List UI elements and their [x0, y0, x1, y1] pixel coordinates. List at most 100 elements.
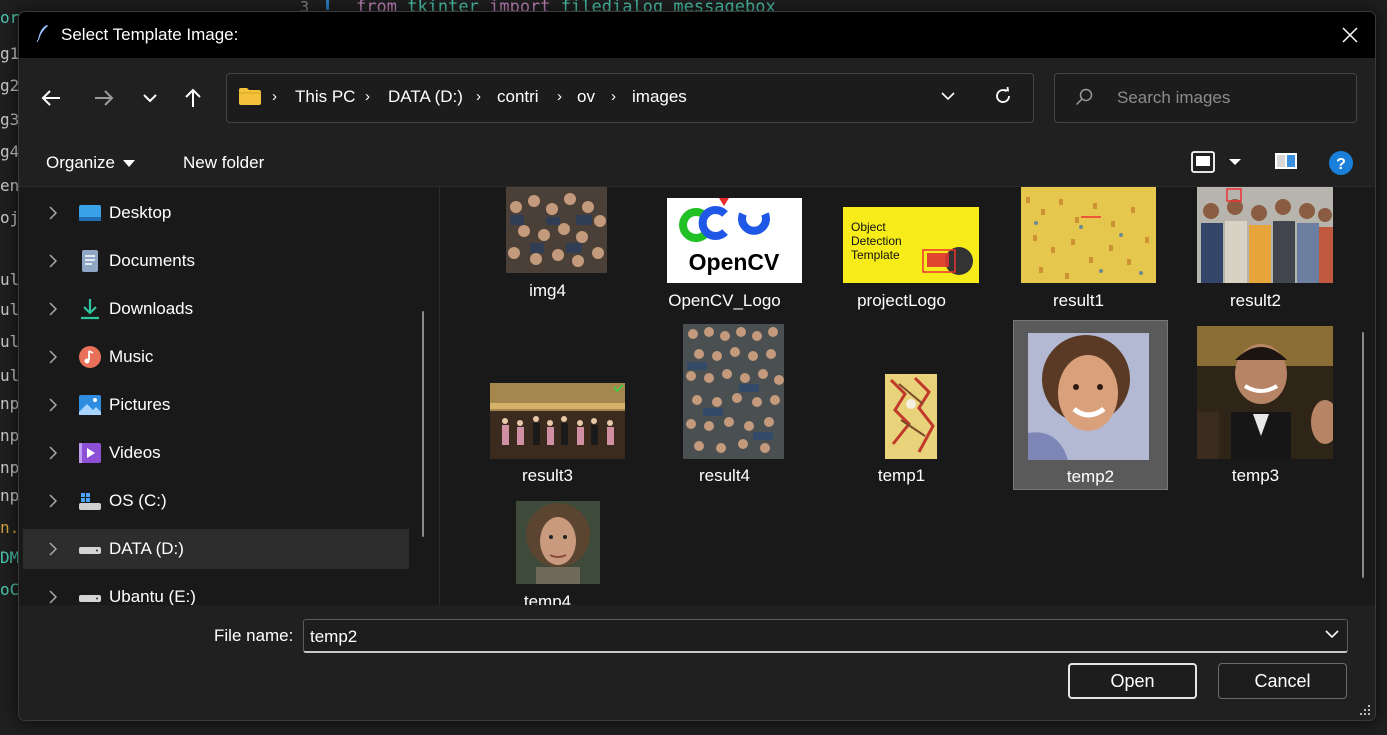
file-name: img4: [529, 281, 566, 300]
file-item-temp4[interactable]: temp4: [470, 497, 625, 605]
sidebar-item-downloads[interactable]: Downloads: [23, 289, 409, 329]
change-view-button[interactable]: [1191, 150, 1245, 179]
navigation-bar: › This PC › DATA (D:) › contri › ov › im…: [19, 58, 1375, 140]
sidebar-item-os-c[interactable]: OS (C:): [23, 481, 409, 521]
refresh-button[interactable]: [993, 86, 1013, 111]
file-item-img4[interactable]: img4: [470, 187, 625, 317]
file-name: temp3: [1231, 466, 1280, 485]
background-fragment-text: or: [0, 8, 20, 27]
chevron-right-icon: [49, 350, 57, 364]
help-icon: ?: [1329, 151, 1353, 175]
svg-text:Template: Template: [851, 248, 900, 262]
file-item-result2[interactable]: result2: [1178, 187, 1333, 317]
close-icon: [1342, 27, 1358, 43]
breadcrumb-contri[interactable]: contri: [497, 87, 539, 107]
file-item-result3[interactable]: result3: [470, 322, 625, 492]
recent-locations-button[interactable]: [135, 83, 165, 113]
background-fragment-text: ult: [0, 332, 20, 351]
open-button[interactable]: Open: [1068, 663, 1197, 699]
chevron-right-icon: [49, 542, 57, 556]
file-list: img4 OpenCV OpenCV_Logo Object Detection…: [440, 187, 1375, 605]
sidebar-item-desktop[interactable]: Desktop: [23, 193, 409, 233]
sidebar-item-pictures[interactable]: Pictures: [23, 385, 409, 425]
breadcrumb-data-d[interactable]: DATA (D:): [388, 87, 463, 107]
drive-icon: [79, 595, 101, 602]
command-bar: Organize New folder ?: [19, 140, 1375, 187]
file-item-temp2[interactable]: temp2: [1013, 320, 1168, 490]
opencv-logo-text: OpenCV: [689, 249, 780, 275]
file-item-result1[interactable]: result1: [1001, 187, 1156, 317]
caret-down-icon: [122, 160, 135, 168]
address-bar[interactable]: › This PC › DATA (D:) › contri › ov › im…: [226, 73, 1034, 123]
up-button[interactable]: [178, 83, 208, 113]
desktop-icon: [79, 205, 101, 221]
preview-pane-button[interactable]: [1274, 150, 1298, 177]
project-logo-thumbnail: Object Detection Template: [843, 207, 979, 283]
videos-icon: [79, 443, 101, 463]
background-fragment-text: ult: [0, 270, 20, 289]
file-name: temp2: [1066, 467, 1115, 486]
search-input[interactable]: [1115, 86, 1344, 110]
chevron-down-icon: [941, 92, 955, 101]
help-button[interactable]: ?: [1328, 150, 1354, 181]
folder-icon: [239, 88, 261, 105]
file-open-dialog: Select Template Image: › This PC › DATA …: [18, 11, 1376, 721]
cancel-button[interactable]: Cancel: [1218, 663, 1347, 699]
sidebar-item-data-d[interactable]: DATA (D:): [23, 529, 409, 569]
title-bar: Select Template Image:: [19, 12, 1375, 58]
sidebar-scrollbar[interactable]: [422, 311, 424, 537]
back-button[interactable]: [36, 83, 66, 113]
sidebar-item-videos[interactable]: Videos: [23, 433, 409, 473]
breadcrumb-images[interactable]: images: [632, 87, 687, 107]
file-item-result4[interactable]: result4: [647, 322, 802, 492]
thumbnail-image: [1197, 187, 1333, 283]
background-fragment-text: oje: [0, 208, 20, 227]
preview-pane-icon: [1275, 153, 1297, 169]
chevron-down-icon[interactable]: [1325, 630, 1339, 639]
thumbnail-image: [490, 383, 625, 459]
file-name: projectLogo: [857, 291, 946, 310]
file-name: temp4: [523, 592, 572, 605]
background-fragment-text: g3: [0, 110, 20, 129]
breadcrumb-separator: ›: [365, 88, 370, 105]
chevron-right-icon: [49, 590, 57, 604]
file-item-opencv-logo[interactable]: OpenCV OpenCV_Logo: [647, 187, 802, 317]
file-item-temp3[interactable]: temp3: [1178, 322, 1333, 492]
background-fragment-text: np: [0, 394, 20, 413]
background-fragment-text: g1: [0, 44, 20, 63]
thumbnail-image: [1021, 187, 1156, 283]
breadcrumb-separator: ›: [272, 88, 277, 105]
breadcrumb-ov[interactable]: ov: [577, 87, 595, 107]
file-name-combobox[interactable]: temp2: [303, 619, 1348, 653]
opencv-logo-thumbnail: OpenCV: [667, 198, 802, 283]
view-icon: [1191, 151, 1241, 173]
file-item-projectlogo[interactable]: Object Detection Template projectLogo: [824, 187, 979, 317]
sidebar-item-documents[interactable]: Documents: [23, 241, 409, 281]
chevron-right-icon: [49, 446, 57, 460]
music-icon: [79, 346, 101, 368]
chevron-down-icon: [143, 93, 157, 102]
file-name: result2: [1229, 291, 1282, 310]
organize-button[interactable]: Organize: [46, 153, 135, 173]
chevron-right-icon: [49, 206, 57, 220]
forward-button[interactable]: [89, 83, 119, 113]
search-box[interactable]: [1054, 73, 1357, 123]
file-item-temp1[interactable]: temp1: [824, 322, 979, 492]
background-gutter-marker: [326, 0, 329, 10]
resize-grip-icon[interactable]: [1359, 704, 1371, 716]
breadcrumb-separator: ›: [557, 88, 562, 105]
close-button[interactable]: [1325, 12, 1375, 58]
new-folder-button[interactable]: New folder: [183, 153, 264, 173]
thumbnail-image: [885, 374, 937, 459]
content-scrollbar[interactable]: [1362, 332, 1364, 578]
sidebar-item-music[interactable]: Music: [23, 337, 409, 377]
address-history-button[interactable]: [941, 88, 955, 106]
file-name-input[interactable]: temp2: [310, 627, 357, 647]
chevron-right-icon: [49, 254, 57, 268]
background-fragment-text: oC: [0, 580, 20, 599]
breadcrumb-this-pc[interactable]: This PC: [295, 87, 355, 107]
file-name-label: File name:: [214, 626, 294, 645]
file-name: result3: [521, 466, 574, 485]
thumbnail-image: [1028, 333, 1149, 460]
sidebar-item-ubantu-e[interactable]: Ubantu (E:): [23, 577, 409, 605]
